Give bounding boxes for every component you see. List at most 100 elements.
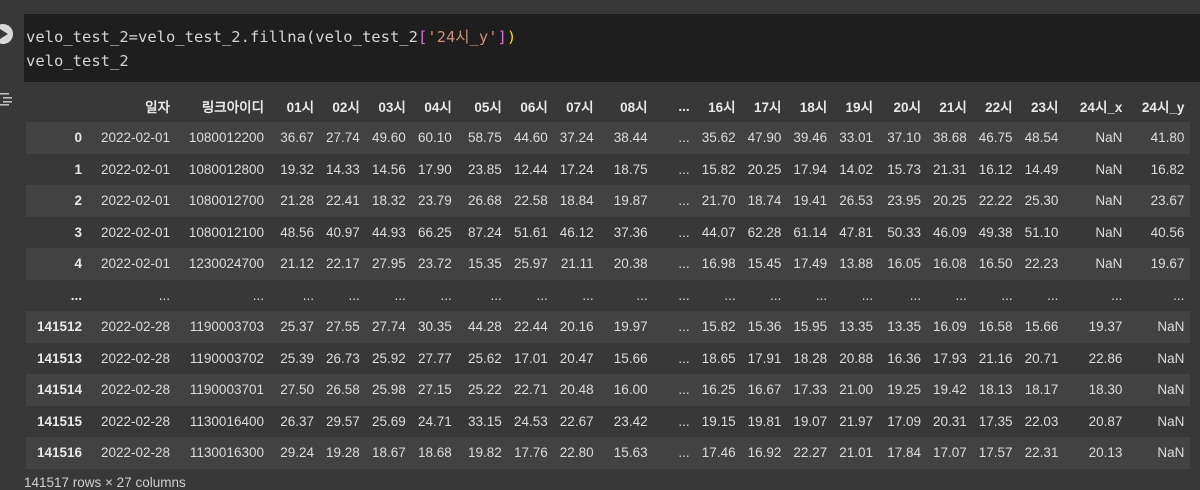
table-cell: 21.70 <box>701 193 736 209</box>
table-cell: 25.37 <box>280 319 314 335</box>
table-cell: 29.24 <box>280 445 314 461</box>
table-cell: 17.94 <box>793 161 828 177</box>
table-cell: 33.01 <box>839 130 873 146</box>
output-settings-icon[interactable] <box>0 92 12 106</box>
table-cell: ... <box>909 287 921 303</box>
table-cell: ... <box>678 350 690 366</box>
table-cell: 22.27 <box>793 445 828 461</box>
table-cell: 22.03 <box>1024 413 1059 429</box>
table-cell: 37.24 <box>559 130 594 146</box>
table-cell: NaN <box>1095 130 1123 146</box>
table-cell: 25.30 <box>1024 193 1059 209</box>
table-row: 3 2022-02-01 1080012100 48.56 40.97 44.93 66.2… <box>26 216 1191 248</box>
table-cell: 18.65 <box>701 350 736 366</box>
code-string: '24시_y' <box>427 28 498 46</box>
column-header: ... <box>678 98 690 114</box>
table-cell: 2022-02-01 <box>100 193 170 209</box>
table-cell: 40.97 <box>326 224 360 240</box>
table-cell: 2022-02-28 <box>100 413 170 429</box>
table-cell: 19.25 <box>887 382 921 398</box>
table-cell: 17.07 <box>932 445 967 461</box>
table-cell: 15.35 <box>468 256 502 272</box>
table-cell: ... <box>770 287 782 303</box>
column-header: 02시 <box>332 100 360 115</box>
table-cell: 20.16 <box>559 319 594 335</box>
table-cell: 19.32 <box>280 161 314 177</box>
table-cell: 18.28 <box>793 350 828 366</box>
table-cell: 22.80 <box>559 445 594 461</box>
table-cell: 61.14 <box>793 224 828 240</box>
table-cell: 16.00 <box>613 382 648 398</box>
column-header: 01시 <box>286 100 314 115</box>
table-cell: NaN <box>1095 256 1123 272</box>
table-row: 141514 2022-02-28 1190003701 27.50 26.58 25.9… <box>26 374 1191 406</box>
table-cell: 19.15 <box>701 413 736 429</box>
column-header: 17시 <box>753 100 782 115</box>
table-cell: 2022-02-28 <box>100 382 170 398</box>
table-cell: 27.55 <box>326 319 360 335</box>
table-cell: 1190003703 <box>189 319 264 335</box>
table-cell: 16.05 <box>887 256 921 272</box>
table-cell: 16.50 <box>978 256 1013 272</box>
table-cell: NaN <box>1095 193 1123 209</box>
table-cell: 2022-02-28 <box>100 319 170 335</box>
table-cell: 19.97 <box>613 319 648 335</box>
table-cell: 46.09 <box>932 224 967 240</box>
table-cell: 58.75 <box>468 130 502 146</box>
play-icon <box>0 29 8 39</box>
table-cell: 15.63 <box>613 445 648 461</box>
table-row: 141516 2022-02-28 1130016300 29.24 19.28 18.6… <box>26 437 1191 469</box>
table-cell: 18.67 <box>372 445 406 461</box>
table-cell: 13.35 <box>887 319 921 335</box>
table-cell: 1190003701 <box>189 382 264 398</box>
table-cell: 17.84 <box>887 445 921 461</box>
table-cell: 17.35 <box>978 413 1013 429</box>
table-row: 141513 2022-02-28 1190003702 25.39 26.73 25.9… <box>26 342 1191 374</box>
table-cell: 22.71 <box>514 382 548 398</box>
table-cell: 20.48 <box>559 382 594 398</box>
table-cell: 17.76 <box>514 445 548 461</box>
table-cell: 16.09 <box>932 319 967 335</box>
table-cell: ... <box>582 287 594 303</box>
table-cell: 2022-02-01 <box>100 256 170 272</box>
table-cell: 49.38 <box>978 224 1013 240</box>
table-cell: 17.91 <box>747 350 782 366</box>
table-cell: 15.36 <box>747 319 782 335</box>
table-cell: NaN <box>1157 413 1185 429</box>
table-cell: 24.71 <box>418 413 452 429</box>
table-cell: NaN <box>1095 161 1123 177</box>
table-cell: 2022-02-01 <box>100 161 170 177</box>
table-body: 0 2022-02-01 1080012200 36.67 27.74 49.60 60.1… <box>26 122 1191 469</box>
column-header: 04시 <box>424 100 452 115</box>
table-cell: 1230024700 <box>188 256 264 272</box>
row-index: 141515 <box>36 413 82 429</box>
code-editor[interactable]: velo_test_2=velo_test_2.fillna(velo_test… <box>24 14 1200 82</box>
table-row: 2 2022-02-01 1080012700 21.28 22.41 18.32 23.7… <box>26 185 1191 217</box>
table-cell: 15.82 <box>701 161 736 177</box>
table-cell: ... <box>678 445 690 461</box>
table-cell: 21.01 <box>839 445 873 461</box>
table-cell: 60.10 <box>418 130 452 146</box>
table-cell: 1190003702 <box>189 350 264 366</box>
table-cell: 13.88 <box>839 256 873 272</box>
table-cell: 21.16 <box>978 350 1013 366</box>
table-cell: 20.31 <box>932 413 967 429</box>
table-cell: 20.47 <box>559 350 594 366</box>
table-cell: 18.84 <box>559 193 594 209</box>
table-cell: 37.36 <box>613 224 648 240</box>
row-index: 0 <box>74 130 82 146</box>
table-cell: ... <box>348 287 360 303</box>
column-header: 22시 <box>985 100 1013 115</box>
dataframe-shape-label: 141517 rows × 27 columns <box>24 475 186 490</box>
table-cell: ... <box>678 287 690 303</box>
table-cell: 16.92 <box>747 445 782 461</box>
table-cell: 20.88 <box>839 350 873 366</box>
table-cell: 17.46 <box>701 445 736 461</box>
table-cell: 37.10 <box>887 130 921 146</box>
table-cell: 25.69 <box>372 413 406 429</box>
table-cell: ... <box>1001 287 1013 303</box>
table-cell: 27.15 <box>418 382 452 398</box>
table-cell: 33.15 <box>468 413 502 429</box>
column-header: 18시 <box>799 100 828 115</box>
table-cell: 49.60 <box>372 130 406 146</box>
